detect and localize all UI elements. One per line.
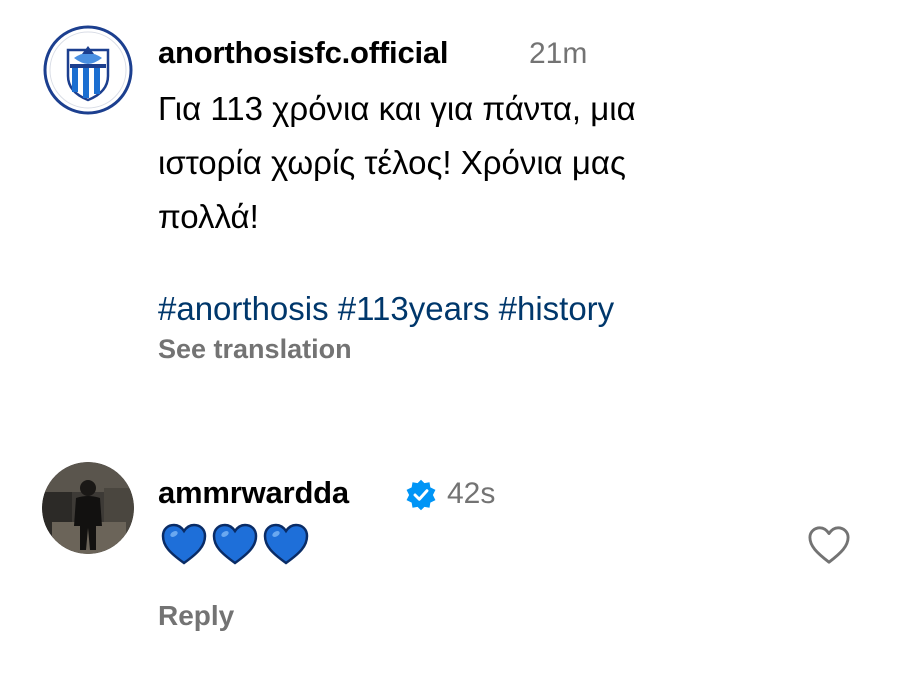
- reply-button[interactable]: Reply: [158, 600, 234, 632]
- comment-text: [160, 522, 310, 568]
- profile-photo-icon: [42, 462, 134, 554]
- hashtag-anorthosis[interactable]: #anorthosis: [158, 290, 329, 327]
- hashtag-113years[interactable]: #113years: [338, 290, 490, 327]
- club-avatar[interactable]: [42, 24, 134, 116]
- hashtag-history[interactable]: #history: [499, 290, 615, 327]
- post-timestamp[interactable]: 21m: [529, 37, 587, 71]
- caption-line: ιστορία χωρίς τέλος! Χρόνια μας: [158, 144, 626, 181]
- club-crest-icon: [43, 25, 133, 115]
- blue-heart-icon: [212, 523, 258, 565]
- verified-badge-icon: [406, 479, 436, 511]
- like-heart-outline-icon[interactable]: [806, 524, 852, 566]
- comment-username[interactable]: ammrwardda: [158, 475, 349, 511]
- caption-line: Για 113 χρόνια και για πάντα, μια: [158, 90, 636, 127]
- blue-heart-icon: [161, 523, 207, 565]
- commenter-avatar[interactable]: [42, 462, 134, 554]
- see-translation-link[interactable]: See translation: [158, 334, 352, 365]
- comment-timestamp[interactable]: 42s: [447, 477, 495, 511]
- hashtag-list: #anorthosis #113years #history: [158, 284, 614, 334]
- post-caption: Για 113 χρόνια και για πάντα, μια ιστορί…: [158, 82, 798, 244]
- post-username[interactable]: anorthosisfc.official: [158, 35, 449, 71]
- blue-heart-icon: [263, 523, 309, 565]
- caption-line: πολλά!: [158, 198, 259, 235]
